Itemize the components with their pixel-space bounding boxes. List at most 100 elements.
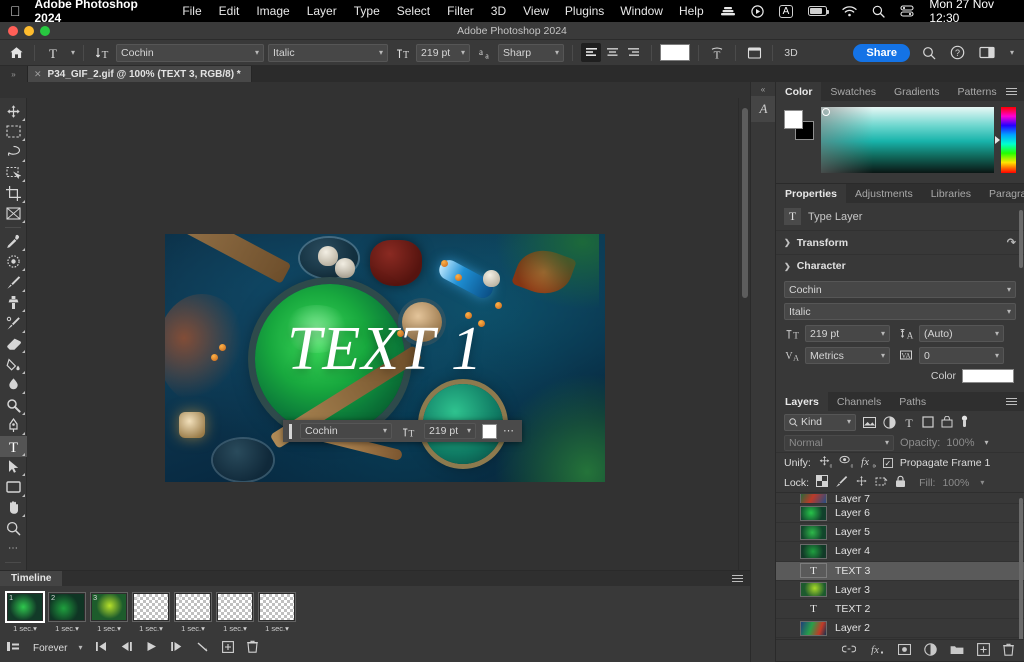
layer-thumbnail[interactable] — [800, 525, 827, 540]
play-icon[interactable] — [146, 641, 157, 655]
stack-icon[interactable] — [720, 6, 736, 17]
canvas-text-layer[interactable]: TEXT 1 — [165, 318, 605, 380]
char-tracking-input[interactable]: 0 ▾ — [919, 347, 1004, 364]
keyboard-a-icon[interactable]: A — [779, 5, 794, 18]
layer-thumbnail[interactable] — [800, 494, 827, 504]
edit-toolbar-button[interactable]: ⋯ — [0, 539, 27, 560]
foreground-color-swatch[interactable] — [784, 110, 803, 129]
timeline-frame[interactable]: 6 1 sec.▾ — [216, 592, 254, 633]
layer-row-layer-2[interactable]: Layer 2 — [776, 619, 1024, 638]
properties-scrollbar[interactable] — [1019, 210, 1023, 268]
tab-gradients[interactable]: Gradients — [885, 82, 949, 101]
first-frame-icon[interactable] — [95, 641, 107, 655]
layer-name[interactable]: Layer 7 — [835, 494, 870, 504]
character-panel-icon[interactable] — [744, 43, 764, 63]
chevron-down-icon[interactable]: ▾ — [1007, 286, 1011, 294]
unify-visibility-icon[interactable]: oo — [839, 455, 853, 471]
layer-row-layer-4[interactable]: Layer 4 — [776, 542, 1024, 561]
menu-type[interactable]: Type — [354, 4, 380, 18]
link-layers-icon[interactable] — [842, 644, 856, 657]
filter-toggle-icon[interactable] — [960, 415, 969, 429]
zoom-tool[interactable] — [0, 518, 27, 539]
chevron-down-icon[interactable]: ▾ — [847, 418, 851, 426]
chevron-down-icon[interactable]: ▾ — [881, 330, 885, 338]
wifi-icon[interactable] — [842, 6, 857, 17]
frame-tool[interactable] — [0, 204, 27, 225]
duplicate-frame-icon[interactable] — [222, 641, 234, 656]
frame-duration[interactable]: 1 sec.▾ — [216, 622, 254, 633]
filter-shape-icon[interactable] — [922, 416, 934, 428]
font-family-input[interactable]: Cochin ▾ — [116, 44, 264, 62]
search-icon[interactable] — [919, 43, 939, 63]
minimize-window-button[interactable] — [24, 26, 34, 36]
clone-stamp-tool[interactable] — [0, 293, 27, 314]
layer-row-layer-3[interactable]: Layer 3 — [776, 581, 1024, 600]
tween-icon[interactable] — [6, 640, 20, 656]
tab-timeline[interactable]: Timeline — [0, 571, 62, 586]
layer-name[interactable]: TEXT 2 — [835, 603, 870, 615]
hud-drag-handle[interactable] — [289, 424, 292, 439]
layer-thumbnail[interactable] — [800, 582, 827, 597]
delete-frame-icon[interactable] — [247, 640, 258, 656]
layers-scrollbar[interactable] — [1019, 498, 1023, 639]
reset-icon[interactable]: ↷ — [1007, 236, 1016, 249]
workspace-icon[interactable] — [977, 43, 997, 63]
layer-name[interactable]: Layer 5 — [835, 526, 870, 538]
color-panel-swatches[interactable] — [784, 110, 814, 140]
tab-patterns[interactable]: Patterns — [948, 82, 1005, 101]
control-center-icon[interactable] — [900, 5, 914, 17]
3d-button[interactable]: 3D — [781, 43, 801, 63]
chevron-down-icon[interactable]: ▾ — [881, 352, 885, 360]
blur-tool[interactable] — [0, 375, 27, 396]
chevron-down-icon[interactable]: ▾ — [980, 479, 984, 487]
hud-font-family-input[interactable]: Cochin ▾ — [300, 423, 392, 439]
tab-swatches[interactable]: Swatches — [821, 82, 885, 101]
frame-duration[interactable]: 1 sec.▾ — [90, 622, 128, 633]
panel-menu-icon[interactable] — [732, 571, 750, 586]
chevron-down-icon[interactable]: ▾ — [379, 49, 383, 57]
move-tool[interactable] — [0, 101, 27, 122]
tab-color[interactable]: Color — [776, 82, 821, 101]
unify-style-icon[interactable]: fxoo — [860, 455, 876, 471]
chevron-down-icon[interactable]: ▾ — [78, 644, 82, 652]
char-font-size-input[interactable]: 219 pt ▾ — [805, 325, 890, 342]
apple-icon[interactable]:  — [10, 4, 21, 18]
search-icon[interactable] — [872, 5, 885, 18]
hud-font-size-input[interactable]: 219 pt ▾ — [424, 423, 476, 439]
lasso-tool[interactable] — [0, 142, 27, 163]
previous-frame-icon[interactable] — [120, 641, 133, 655]
menu-filter[interactable]: Filter — [447, 4, 474, 18]
tab-paragraph[interactable]: Paragraph — [980, 184, 1024, 203]
filter-adjustment-icon[interactable] — [883, 416, 896, 429]
layer-row-layer-5[interactable]: Layer 5 — [776, 523, 1024, 542]
adjustment-layer-icon[interactable] — [924, 643, 937, 659]
artboard[interactable]: TEXT 1 Cochin ▾ T 219 pt ▾ — [165, 234, 605, 482]
menu-edit[interactable]: Edit — [219, 4, 240, 18]
layer-row-layer-6[interactable]: Layer 6 — [776, 504, 1024, 523]
color-ramp[interactable] — [821, 107, 994, 173]
new-layer-icon[interactable] — [977, 643, 990, 659]
align-right-icon[interactable] — [623, 43, 643, 62]
chevron-right-icon[interactable]: ❯ — [784, 238, 791, 247]
ellipsis-icon[interactable]: ⋯ — [503, 427, 516, 435]
timeline-frame[interactable]: 4 1 sec.▾ — [132, 592, 170, 633]
frame-duration[interactable]: 1 sec.▾ — [132, 622, 170, 633]
pen-tool[interactable] — [0, 416, 27, 437]
chevron-down-icon[interactable]: ▾ — [995, 352, 999, 360]
layer-name[interactable]: Layer 4 — [835, 545, 870, 557]
hud-color-swatch[interactable] — [482, 424, 497, 439]
font-style-input[interactable]: Italic ▾ — [268, 44, 388, 62]
font-size-input[interactable]: 219 pt ▾ — [416, 44, 470, 62]
color-picker-handle[interactable] — [822, 108, 830, 116]
object-select-tool[interactable] — [0, 163, 27, 184]
tab-adjustments[interactable]: Adjustments — [846, 184, 922, 203]
filter-type-icon[interactable]: T — [903, 416, 915, 428]
chevron-down-icon[interactable]: ▾ — [467, 427, 471, 435]
rectangle-tool[interactable] — [0, 477, 27, 498]
character-section-header[interactable]: ❯ Character — [776, 254, 1024, 277]
hue-marker[interactable] — [995, 136, 1000, 144]
chevron-down-icon[interactable]: ▾ — [985, 439, 989, 447]
layer-thumbnail[interactable]: T — [800, 602, 827, 617]
path-select-tool[interactable] — [0, 457, 27, 478]
eraser-tool[interactable] — [0, 334, 27, 355]
